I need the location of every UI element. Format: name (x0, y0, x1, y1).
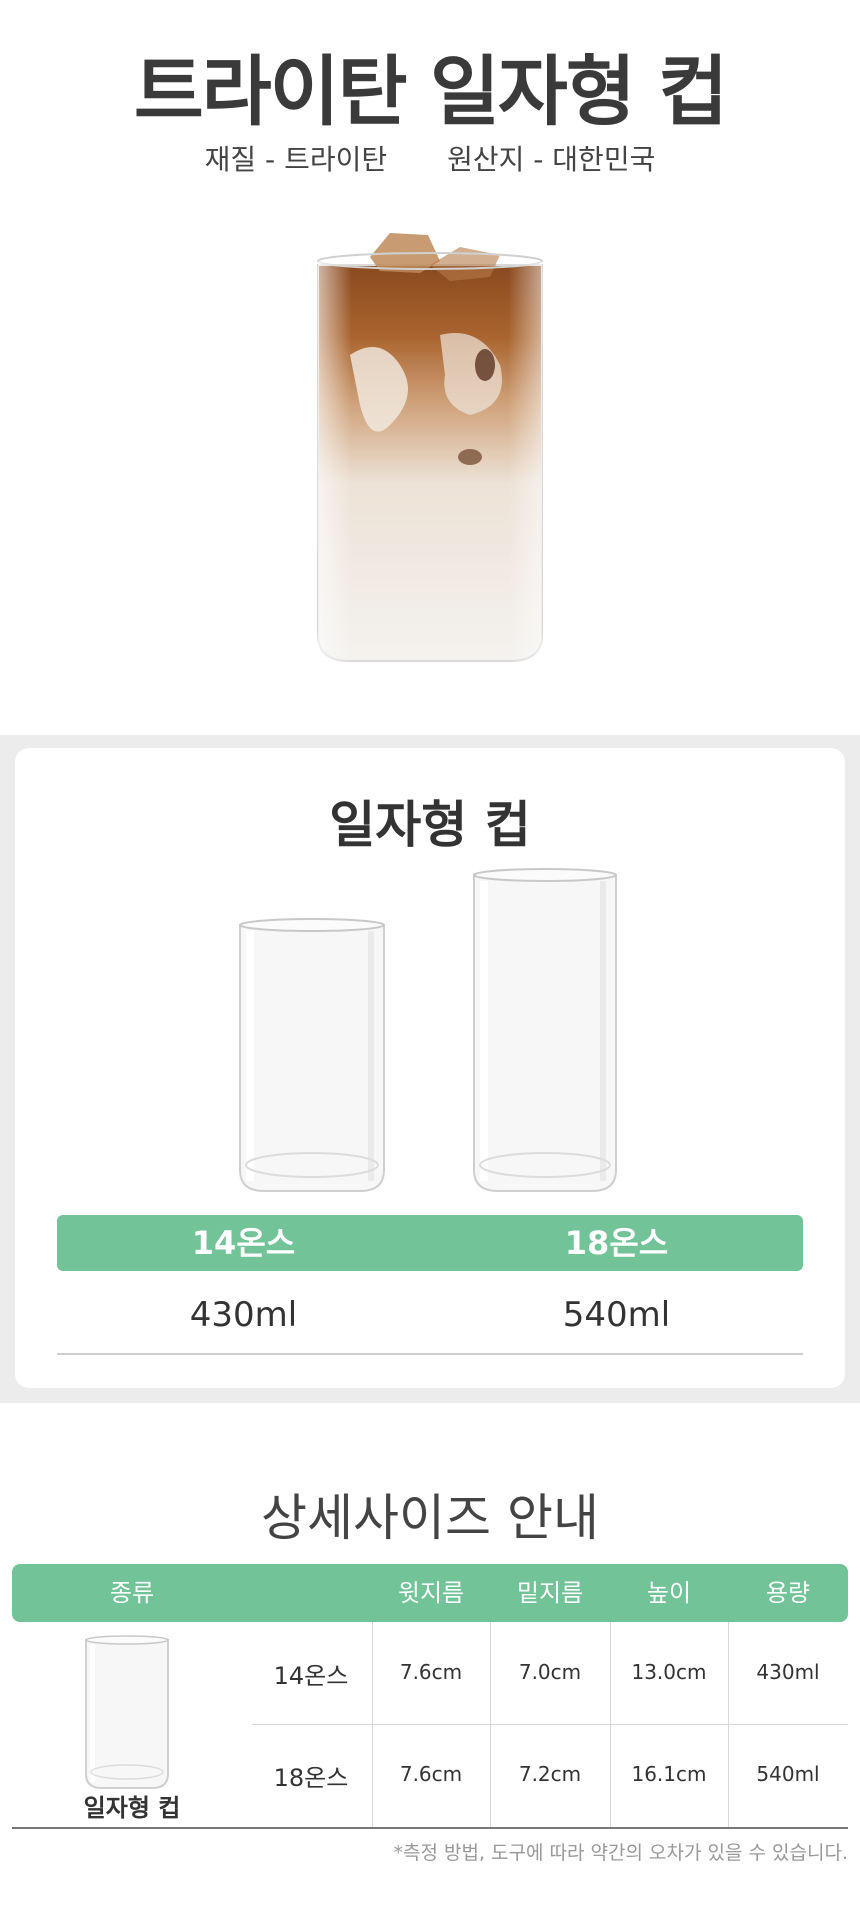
col-type: 종류 (109, 1579, 155, 1607)
cup-14oz-image (236, 915, 388, 1195)
size-table-body: 일자형 컵 14온스 7.6cm 7.0cm 13.0cm 430ml 18온스… (12, 1622, 848, 1828)
table-divider (372, 1622, 373, 1828)
size-volume-row: 430ml 540ml (57, 1285, 803, 1345)
table-divider (490, 1622, 491, 1828)
table-divider (610, 1622, 611, 1828)
product-type-label: 일자형 컵 (83, 1794, 181, 1822)
table-divider (728, 1622, 729, 1828)
row-14oz-capacity: 430ml (756, 1660, 820, 1684)
size-14oz-label: 14온스 (191, 1224, 296, 1262)
col-bottom-diameter: 밑지름 (516, 1579, 584, 1607)
col-top-diameter: 윗지름 (397, 1579, 465, 1607)
col-height: 높이 (646, 1579, 692, 1607)
row-18oz-bottom: 7.2cm (518, 1762, 582, 1786)
row-14oz-top: 7.6cm (399, 1660, 463, 1684)
cup-18oz-image (470, 865, 620, 1195)
volume-14oz: 430ml (189, 1295, 298, 1335)
volume-18oz: 540ml (562, 1295, 671, 1335)
material-text: 재질 - 트라이탄 (204, 143, 388, 176)
size-table-header: 종류 윗지름 밑지름 높이 용량 (12, 1564, 848, 1622)
origin-text: 원산지 - 대한민국 (447, 143, 656, 176)
measurement-note: *측정 방법, 도구에 따라 약간의 오차가 있을 수 있습니다. (393, 1842, 848, 1864)
row-18oz-name: 18온스 (273, 1764, 349, 1792)
row-14oz-height: 13.0cm (631, 1660, 707, 1684)
row-18oz-top: 7.6cm (399, 1762, 463, 1786)
product-spec-line: 재질 - 트라이탄 원산지 - 대한민국 (0, 138, 860, 178)
table-row-divider (252, 1724, 848, 1725)
size-18oz-label: 18온스 (564, 1224, 669, 1262)
size-name-bar: 14온스 18온스 (57, 1215, 803, 1271)
row-18oz-capacity: 540ml (756, 1762, 820, 1786)
product-detail-page: 트라이탄 일자형 컵 재질 - 트라이탄 원산지 - 대한민국 일자형 컵 14… (0, 0, 860, 1929)
divider (57, 1353, 803, 1355)
row-14oz-bottom: 7.0cm (518, 1660, 582, 1684)
row-18oz-height: 16.1cm (631, 1762, 707, 1786)
detail-size-title: 상세사이즈 안내 (261, 1489, 599, 1547)
row-14oz-name: 14온스 (273, 1662, 349, 1690)
col-capacity: 용량 (765, 1579, 811, 1607)
sizes-card-title: 일자형 컵 (329, 796, 531, 854)
table-bottom-line (12, 1827, 848, 1829)
product-title: 트라이탄 일자형 컵 (133, 47, 728, 136)
table-cup-image (82, 1632, 172, 1792)
iced-latte-cup-image (310, 225, 550, 665)
